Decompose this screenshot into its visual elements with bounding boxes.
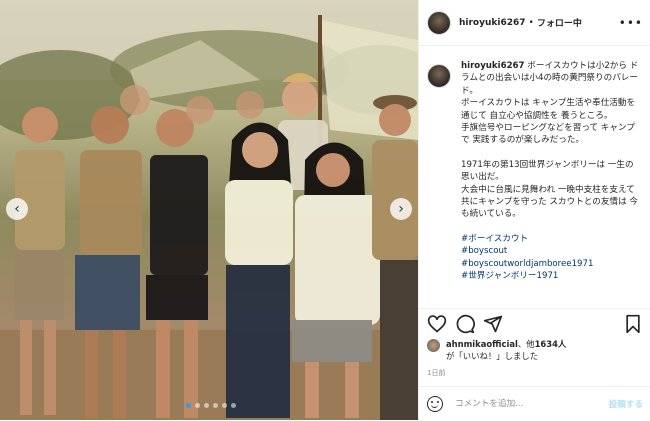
caption-paragraph-2: 1971年の第13回世界ジャンボリーは 一生の思い出だ。 大会中に台風に見舞われ…: [461, 159, 638, 220]
caption-avatar[interactable]: [427, 64, 451, 88]
likes-suffix: が「いいね！」しました: [446, 351, 539, 361]
prev-image-button[interactable]: ‹: [6, 198, 28, 220]
action-bar: [419, 308, 650, 339]
carousel-dot: [213, 403, 218, 408]
caption-body-1: ボーイスカウトは小2から ドラムとの出会いは小4の時の黄門祭りのパレード。 ボー…: [461, 61, 639, 146]
liker-avatar[interactable]: [427, 339, 440, 352]
post-header: hiroyuki6267 • フォロー中 •••: [419, 0, 650, 46]
caption-paragraph-1: hiroyuki6267 ボーイスカウトは小2から ドラムとの出会いは小4の時の…: [461, 60, 641, 147]
carousel-dots: [186, 403, 236, 408]
comment-input[interactable]: [453, 398, 597, 410]
next-image-button[interactable]: ›: [390, 198, 412, 220]
likes-summary: ahnmikaofficial、他1634人 が「いいね！」しました: [427, 338, 643, 362]
likes-middle: 、他: [517, 339, 535, 349]
carousel-dot: [222, 403, 227, 408]
caption-text: hiroyuki6267 ボーイスカウトは小2から ドラムとの出会いは小4の時の…: [461, 60, 641, 283]
header-username[interactable]: hiroyuki6267: [459, 18, 526, 28]
more-icon[interactable]: •••: [619, 16, 643, 30]
share-icon[interactable]: [483, 314, 503, 334]
hashtag-link[interactable]: #世界ジャンボリー1971: [461, 270, 641, 282]
bookmark-icon[interactable]: [623, 314, 643, 334]
post-time[interactable]: 1日前: [427, 368, 445, 378]
avatar[interactable]: [427, 10, 451, 35]
caption-area: hiroyuki6267 ボーイスカウトは小2から ドラムとの出会いは小4の時の…: [419, 60, 650, 306]
heart-icon[interactable]: [427, 314, 447, 334]
carousel-dot: [186, 403, 191, 408]
hashtag-link[interactable]: #boyscoutworldjamboree1971: [461, 258, 641, 270]
comment-icon[interactable]: [455, 314, 475, 334]
chevron-right-icon: ›: [398, 201, 404, 217]
carousel-dot: [204, 403, 209, 408]
photo-scene: [0, 0, 418, 420]
hashtag-link[interactable]: #boyscout: [461, 245, 641, 257]
liker-username[interactable]: ahnmikaofficial: [446, 339, 518, 349]
emoji-icon[interactable]: [427, 396, 443, 412]
chevron-left-icon: ‹: [14, 201, 20, 217]
likes-count[interactable]: 1634人: [535, 339, 567, 349]
post-photo[interactable]: ‹ ›: [0, 0, 418, 420]
caption-username[interactable]: hiroyuki6267: [461, 61, 525, 71]
header-separator: •: [528, 17, 534, 28]
post-side-panel: hiroyuki6267 • フォロー中 ••• hiroyuki6267 ボー…: [418, 0, 650, 420]
hashtag-link[interactable]: #ボーイスカウト: [461, 233, 641, 245]
comment-box: 投稿する: [419, 386, 650, 421]
carousel-dot: [231, 403, 236, 408]
post-comment-button[interactable]: 投稿する: [609, 398, 643, 410]
follow-button[interactable]: フォロー中: [537, 16, 582, 29]
carousel-dot: [195, 403, 200, 408]
